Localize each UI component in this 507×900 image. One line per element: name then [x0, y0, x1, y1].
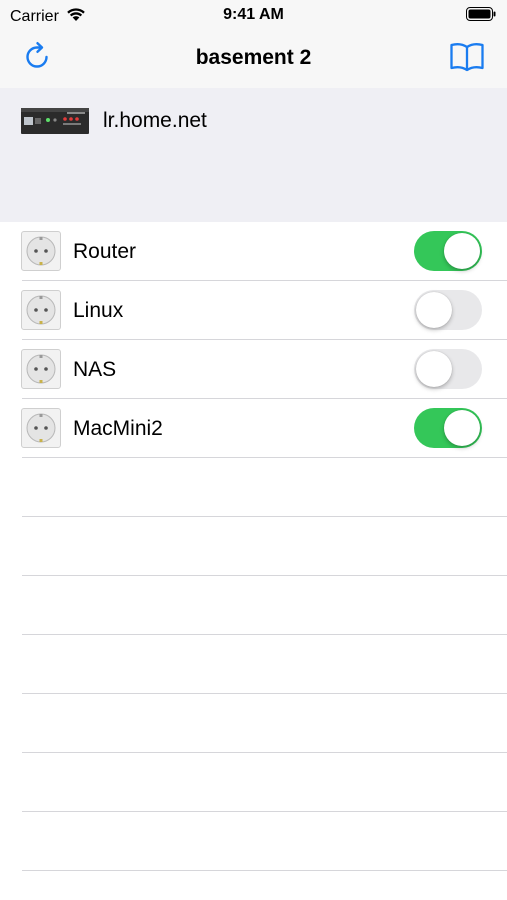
empty-row	[0, 753, 507, 812]
power-toggle-router[interactable]	[414, 231, 482, 271]
list-item-outlet-linux[interactable]: Linux	[0, 281, 507, 340]
power-toggle-linux[interactable]	[414, 290, 482, 330]
power-toggle-nas[interactable]	[414, 349, 482, 389]
status-bar: Carrier 9:41 AM	[0, 0, 507, 30]
list-item-outlet-macmini2[interactable]: MacMini2	[0, 399, 507, 458]
outlet-label: Linux	[73, 299, 124, 322]
power-socket-icon	[21, 349, 61, 389]
power-strip-device-icon	[21, 105, 89, 137]
outlet-label: NAS	[73, 358, 117, 381]
outlet-label: Router	[73, 240, 137, 263]
book-icon	[450, 43, 484, 72]
empty-row	[0, 517, 507, 576]
outlet-label: MacMini2	[73, 417, 163, 440]
empty-row	[0, 812, 507, 871]
power-socket-icon	[21, 290, 61, 330]
outlet-list: Router Linux NAS MacMini2	[0, 222, 507, 871]
device-header: lr.home.net	[0, 88, 507, 222]
bookmarks-button[interactable]	[449, 41, 485, 73]
power-toggle-macmini2[interactable]	[414, 408, 482, 448]
navigation-bar: basement 2	[0, 30, 507, 88]
empty-row	[0, 458, 507, 517]
power-socket-icon	[21, 231, 61, 271]
device-hostname: lr.home.net	[103, 109, 207, 132]
battery-icon	[466, 7, 496, 21]
power-socket-icon	[21, 408, 61, 448]
list-item-outlet-router[interactable]: Router	[0, 222, 507, 281]
list-item-outlet-nas[interactable]: NAS	[0, 340, 507, 399]
empty-row	[0, 694, 507, 753]
page-title: basement 2	[195, 46, 312, 69]
empty-row	[0, 576, 507, 635]
empty-row	[0, 635, 507, 694]
status-time: 9:41 AM	[223, 6, 284, 23]
